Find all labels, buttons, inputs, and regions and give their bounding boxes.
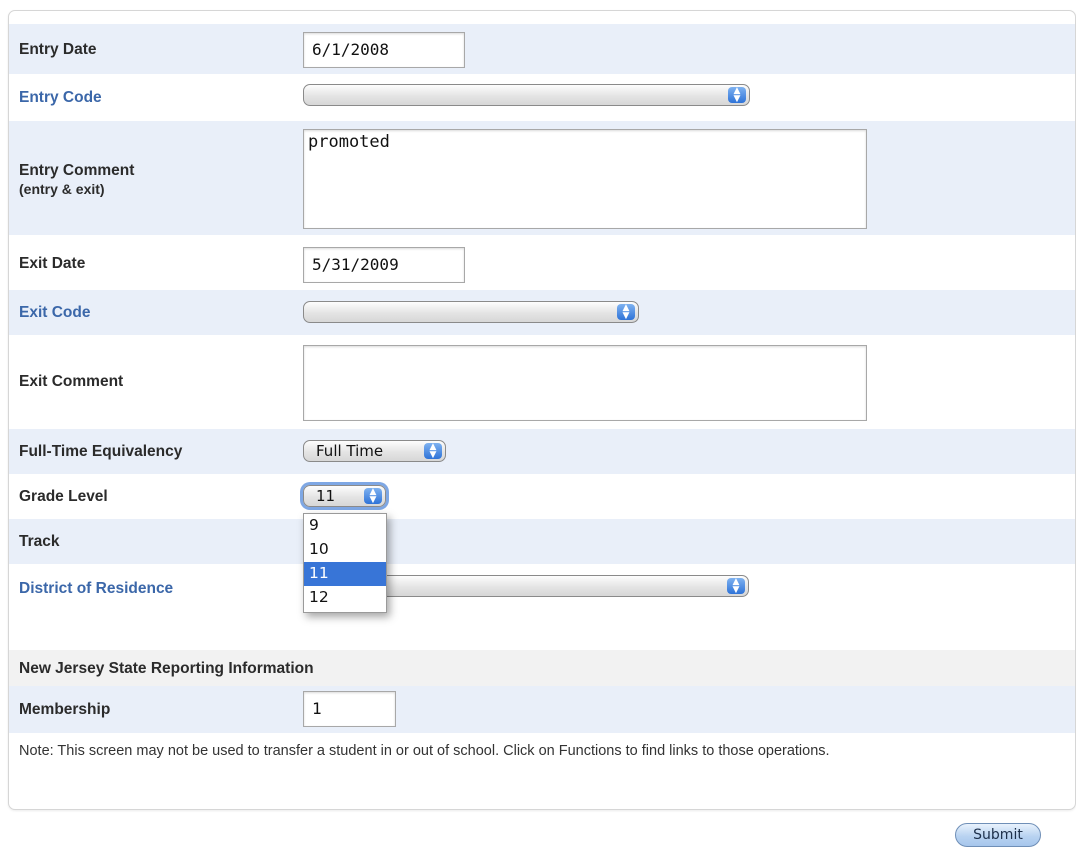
entry-comment-row: Entry Comment (entry & exit) promoted: [9, 121, 1075, 235]
select-arrows-icon: ▲ ▼: [728, 87, 746, 104]
fte-row: Full-Time Equivalency Full Time ▲ ▼: [9, 429, 1075, 474]
fte-label: Full-Time Equivalency: [19, 443, 183, 460]
membership-input[interactable]: 1: [303, 691, 396, 727]
exit-code-row: Exit Code ▲ ▼: [9, 290, 1075, 335]
membership-label: Membership: [19, 701, 111, 718]
grade-level-select[interactable]: 11 ▲ ▼: [303, 485, 386, 507]
exit-code-label[interactable]: Exit Code: [19, 303, 90, 322]
district-row: District of Residence ▲ ▼: [9, 564, 1075, 650]
grade-option-selected[interactable]: 11: [304, 562, 386, 586]
nj-section-header: New Jersey State Reporting Information: [9, 650, 1075, 686]
grade-option[interactable]: 12: [304, 586, 386, 610]
entry-code-label[interactable]: Entry Code: [19, 88, 102, 107]
grade-option[interactable]: 9: [304, 514, 386, 538]
grade-level-row: Grade Level 11 ▲ ▼: [9, 474, 1075, 519]
entry-date-row: Entry Date 6/1/2008: [9, 24, 1075, 74]
student-enrollment-form: Entry Date 6/1/2008 Entry Code ▲ ▼ Entry …: [8, 10, 1076, 810]
membership-row: Membership 1: [9, 686, 1075, 733]
exit-code-select[interactable]: ▲ ▼: [303, 301, 639, 323]
exit-comment-row: Exit Comment: [9, 335, 1075, 429]
submit-button[interactable]: Submit: [955, 823, 1041, 847]
exit-date-input[interactable]: 5/31/2009: [303, 247, 465, 283]
entry-code-row: Entry Code ▲ ▼: [9, 74, 1075, 121]
entry-comment-sublabel: (entry & exit): [19, 181, 105, 197]
grade-level-label: Grade Level: [19, 488, 108, 505]
district-label[interactable]: District of Residence: [19, 579, 173, 598]
entry-comment-label: Entry Comment (entry & exit): [19, 162, 135, 197]
select-arrows-icon: ▲ ▼: [424, 443, 442, 460]
entry-date-input[interactable]: 6/1/2008: [303, 32, 465, 68]
fte-select[interactable]: Full Time ▲ ▼: [303, 440, 446, 462]
entry-comment-textarea[interactable]: promoted: [303, 129, 867, 229]
track-label: Track: [19, 533, 60, 550]
exit-date-row: Exit Date 5/31/2009: [9, 235, 1075, 290]
exit-date-label: Exit Date: [19, 255, 86, 272]
select-arrows-icon: ▲ ▼: [364, 488, 382, 505]
exit-comment-label: Exit Comment: [19, 373, 124, 390]
nj-section-title: New Jersey State Reporting Information: [19, 660, 314, 677]
track-row: Track: [9, 519, 1075, 564]
grade-level-dropdown: 9 10 11 12: [303, 513, 387, 613]
select-arrows-icon: ▲ ▼: [727, 578, 745, 595]
exit-comment-textarea[interactable]: [303, 345, 867, 421]
entry-date-label: Entry Date: [19, 41, 97, 58]
grade-option[interactable]: 10: [304, 538, 386, 562]
note-text: Note: This screen may not be used to tra…: [19, 743, 830, 759]
entry-code-select[interactable]: ▲ ▼: [303, 84, 750, 106]
select-arrows-icon: ▲ ▼: [617, 304, 635, 321]
